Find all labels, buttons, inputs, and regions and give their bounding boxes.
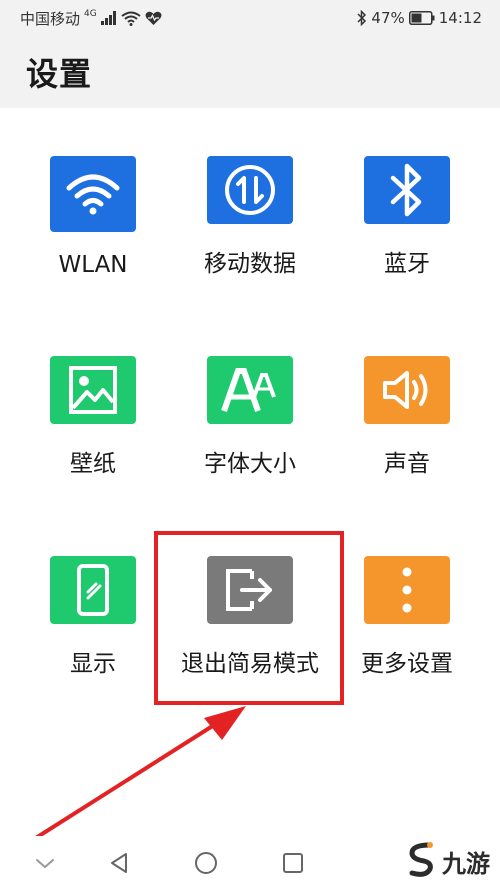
status-bar: 中国移动 4G 47% 14:12 <box>0 0 500 36</box>
bluetooth-icon <box>364 156 450 224</box>
tile-mobile-data[interactable]: 移动数据 <box>175 108 325 278</box>
collapse-chevron-icon[interactable] <box>30 848 60 878</box>
tile-label-more-settings: 更多设置 <box>361 651 453 677</box>
wifi-icon <box>50 156 136 232</box>
tile-font-size[interactable]: 字体大小 <box>175 308 325 478</box>
tile-label-bluetooth: 蓝牙 <box>384 251 430 277</box>
header: 设置 <box>0 36 500 108</box>
watermark-text: 九游 <box>442 848 490 878</box>
tile-label-sound: 声音 <box>384 451 430 477</box>
back-triangle-icon[interactable] <box>104 848 134 878</box>
page-title: 设置 <box>26 55 93 93</box>
tile-more-settings[interactable]: 更多设置 <box>332 508 482 678</box>
display-phone-icon <box>50 556 136 624</box>
more-vertical-icon <box>364 556 450 624</box>
tile-wallpaper[interactable]: 壁纸 <box>18 308 168 478</box>
tile-label-display: 显示 <box>70 651 116 677</box>
watermark: 九游 <box>404 839 494 883</box>
mobile-data-icon <box>207 156 293 224</box>
tile-label-wallpaper: 壁纸 <box>70 451 116 477</box>
tile-sound[interactable]: 声音 <box>332 308 482 478</box>
speaker-icon <box>364 356 450 424</box>
tile-wlan[interactable]: WLAN <box>18 108 168 278</box>
tile-bluetooth[interactable]: 蓝牙 <box>332 108 482 278</box>
network-type: 4G <box>84 9 97 19</box>
jiuyou-logo-icon <box>404 839 438 883</box>
status-right: 47% 14:12 <box>357 9 482 27</box>
font-size-icon <box>207 356 293 424</box>
home-circle-icon[interactable] <box>191 848 221 878</box>
screen: 中国移动 4G 47% 14:12 设置 WLAN 移动数据 蓝牙 壁纸 字体大… <box>0 0 500 889</box>
wallpaper-image-icon <box>50 356 136 424</box>
tile-label-wlan: WLAN <box>58 252 128 278</box>
tile-label-font-size: 字体大小 <box>204 451 296 477</box>
exit-mode-icon <box>207 556 293 624</box>
carrier-name: 中国移动 <box>20 9 81 28</box>
heart-health-icon <box>145 11 162 26</box>
recents-square-icon[interactable] <box>278 848 308 878</box>
tile-display[interactable]: 显示 <box>18 508 168 678</box>
wifi-icon <box>121 11 141 26</box>
tile-exit-simple-mode[interactable]: 退出简易模式 <box>175 508 325 678</box>
tile-label-exit-simple-mode: 退出简易模式 <box>181 651 319 677</box>
tile-label-mobile-data: 移动数据 <box>204 251 296 277</box>
battery-icon <box>408 11 435 25</box>
clock-time: 14:12 <box>438 9 482 27</box>
bluetooth-icon <box>357 10 367 26</box>
status-left: 中国移动 4G <box>20 8 162 29</box>
battery-percent: 47% <box>371 9 405 27</box>
signal-icon <box>100 11 117 25</box>
